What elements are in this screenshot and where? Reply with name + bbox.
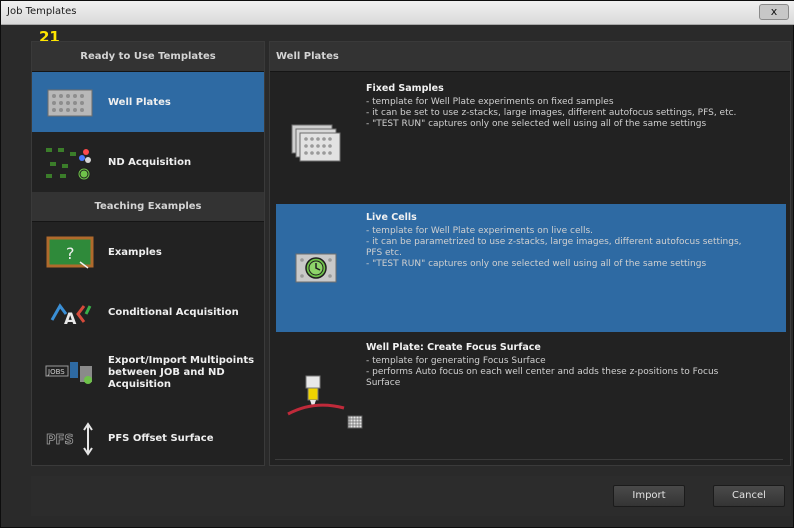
template-category-panel: Ready to Use Templates Well Plates ND Ac… — [31, 41, 265, 466]
category-label-pfs-offset-surface: PFS Offset Surface — [108, 432, 214, 444]
template-card-fixed-samples[interactable]: Fixed Samples - template for Well Plate … — [276, 75, 786, 203]
category-label-well-plates: Well Plates — [108, 96, 171, 108]
template-desc-live-cells: - template for Well Plate experiments on… — [366, 226, 782, 270]
cancel-button[interactable]: Cancel — [713, 485, 785, 507]
live-desc-line-1: - template for Well Plate experiments on… — [366, 226, 594, 236]
fixed-desc-line-2: - it can be set to use z-stacks, large i… — [366, 108, 737, 118]
fixed-desc-line-1: - template for Well Plate experiments on… — [366, 97, 614, 107]
live-desc-line-4: - "TEST RUN" captures only one selected … — [366, 259, 707, 269]
live-desc-line-2: - it can be parametrized to use z-stacks… — [366, 237, 742, 247]
export-import-line-3: Acquisition — [108, 379, 171, 390]
category-item-pfs-offset-surface[interactable]: PFS PFS Offset Surface — [32, 408, 264, 468]
svg-text:?: ? — [66, 244, 75, 263]
export-import-line-1: Export/Import Multipoints — [108, 355, 255, 366]
category-label-export-import: Export/Import Multipoints between JOB an… — [108, 355, 254, 391]
focus-desc-line-3: Surface — [366, 378, 401, 388]
category-item-nd-acquisition[interactable]: ND Acquisition — [32, 132, 264, 192]
export-import-line-2: between JOB and ND — [108, 367, 225, 378]
svg-text:A: A — [64, 309, 77, 328]
conditional-icon: A — [50, 303, 92, 328]
svg-text:PFS: PFS — [46, 433, 74, 448]
well-plate-icon — [47, 89, 93, 117]
fixed-desc-line-3: - "TEST RUN" captures only one selected … — [366, 119, 707, 129]
focus-desc-line-1: - template for generating Focus Surface — [366, 356, 546, 366]
template-list-header: Well Plates — [270, 42, 790, 72]
svg-text:JOBS: JOBS — [47, 368, 65, 376]
template-list-panel: Well Plates Fixed Samples - template for… — [269, 41, 791, 466]
template-card-focus-surface[interactable]: Well Plate: Create Focus Surface - templ… — [276, 334, 786, 462]
blackboard-icon: ? — [46, 236, 94, 269]
window-title: Job Templates — [7, 6, 77, 17]
category-item-well-plates[interactable]: Well Plates — [32, 72, 264, 132]
category-label-examples: Examples — [108, 246, 162, 258]
template-desc-focus-surface: - template for generating Focus Surface … — [366, 356, 782, 389]
timelapse-plate-icon — [295, 253, 337, 283]
template-title-fixed-samples: Fixed Samples — [366, 83, 444, 94]
job-templates-window: Job Templates x 21 Ready to Use Template… — [0, 0, 794, 528]
category-item-examples[interactable]: ? Examples — [32, 222, 264, 282]
export-import-icon: JOBS — [45, 362, 92, 384]
title-bar: Job Templates x — [1, 1, 794, 25]
template-title-live-cells: Live Cells — [366, 212, 417, 223]
template-card-live-cells[interactable]: Live Cells - template for Well Plate exp… — [276, 204, 786, 332]
bottom-divider — [275, 459, 783, 460]
live-desc-line-3: PFS etc. — [366, 248, 402, 258]
category-item-export-import[interactable]: JOBS Export/Import Multipoints between J… — [32, 342, 264, 408]
pfs-icon: PFS — [46, 422, 93, 456]
focus-desc-line-2: - performs Auto focus on each well cente… — [366, 367, 719, 377]
focus-surface-icon — [287, 375, 363, 429]
category-label-nd-acquisition: ND Acquisition — [108, 156, 192, 168]
well-plate-stack-icon — [291, 124, 341, 162]
nd-acquisition-icon — [46, 148, 91, 181]
category-item-conditional-acquisition[interactable]: A Conditional Acquisition — [32, 282, 264, 342]
close-button[interactable]: x — [759, 4, 789, 20]
section-header-ready: Ready to Use Templates — [32, 42, 264, 72]
category-label-conditional-acquisition: Conditional Acquisition — [108, 306, 239, 318]
template-desc-fixed-samples: - template for Well Plate experiments on… — [366, 97, 782, 130]
template-title-focus-surface: Well Plate: Create Focus Surface — [366, 342, 541, 353]
import-button[interactable]: Import — [613, 485, 685, 507]
section-header-teaching: Teaching Examples — [32, 192, 264, 222]
